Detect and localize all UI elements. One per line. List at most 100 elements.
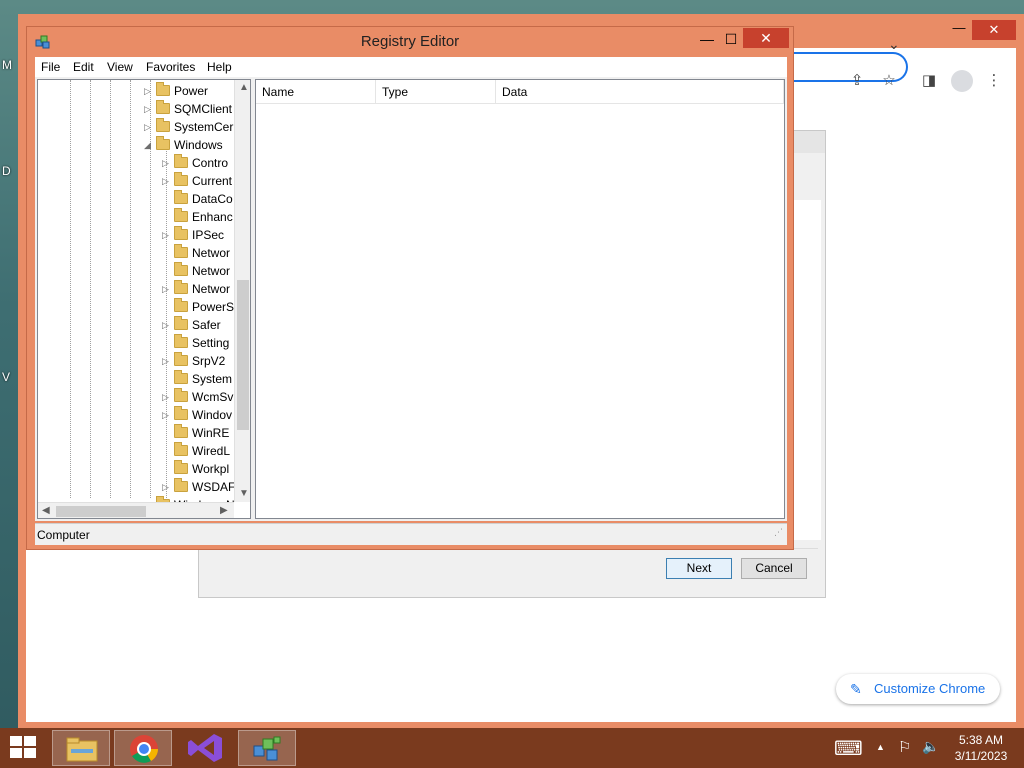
menu-favorites[interactable]: Favorites xyxy=(146,60,195,74)
column-header-data[interactable]: Data xyxy=(496,80,784,104)
maximize-button[interactable]: ☐ xyxy=(717,29,745,49)
desktop-icon-label[interactable]: V xyxy=(2,370,10,384)
status-bar: Computer ⋰ xyxy=(35,523,787,545)
scroll-up-arrow-icon[interactable]: ▲ xyxy=(239,82,249,93)
taskbar: ⌨ ▲ ⚐ 🔈 5:38 AM 3/11/2023 xyxy=(0,728,1024,768)
tree-expander-icon[interactable]: ◢ xyxy=(144,136,154,154)
scroll-left-arrow-icon[interactable]: ◀ xyxy=(42,505,50,516)
tree-node-label: SQMClient xyxy=(174,102,233,116)
tree-expander-icon[interactable]: ▷ xyxy=(162,352,172,370)
next-button[interactable]: Next xyxy=(666,558,732,579)
tree-node-label: Networ xyxy=(192,264,231,278)
network-icon[interactable]: ⚐ xyxy=(898,738,911,756)
customize-chrome-label: Customize Chrome xyxy=(874,681,986,696)
folder-icon xyxy=(174,388,188,402)
registry-editor-titlebar[interactable]: Registry Editor — ☐ ✕ xyxy=(27,27,793,57)
tree-expander-icon[interactable]: ▷ xyxy=(162,478,172,496)
menu-edit[interactable]: Edit xyxy=(73,60,94,74)
volume-icon[interactable]: 🔈 xyxy=(922,738,939,755)
column-header-type[interactable]: Type xyxy=(376,80,496,104)
menu-kebab-icon[interactable]: ⋮ xyxy=(983,70,1005,92)
tree-node-label: Safer xyxy=(192,318,221,332)
folder-icon xyxy=(174,262,188,276)
chrome-close-button[interactable]: ✕ xyxy=(972,20,1016,40)
folder-icon xyxy=(174,298,188,312)
desktop-icon-label[interactable]: D xyxy=(2,164,11,178)
customize-chrome-button[interactable]: ✎ Customize Chrome xyxy=(836,674,1000,704)
start-button[interactable] xyxy=(10,736,38,760)
desktop-icon-label[interactable]: M xyxy=(2,58,12,72)
tree-node-label: Networ xyxy=(192,282,231,296)
folder-icon xyxy=(174,352,188,366)
cancel-button[interactable]: Cancel xyxy=(741,558,807,579)
side-panel-icon[interactable]: ◨ xyxy=(918,70,940,92)
tree-node-label: SrpV2 xyxy=(192,354,226,368)
chrome-tab-search-icon[interactable]: ⌄ xyxy=(888,36,900,53)
registry-tree-pane[interactable]: ▷ Power ▷ SQMClient ▷ SystemCer ◢ Windows ▷ Contr… xyxy=(37,79,251,519)
column-header-name[interactable]: Name xyxy=(256,80,376,104)
tree-expander-icon[interactable]: ▷ xyxy=(144,100,154,118)
tree-expander-icon[interactable]: ▷ xyxy=(162,388,172,406)
folder-icon xyxy=(174,334,188,348)
taskbar-file-explorer[interactable] xyxy=(52,730,110,766)
tree-vertical-scrollbar[interactable]: ▲ ▼ xyxy=(234,80,250,502)
taskbar-chrome[interactable] xyxy=(114,730,172,766)
folder-icon xyxy=(174,208,188,222)
tree-node-label: WinRE xyxy=(192,426,230,440)
tree-horizontal-scroll-thumb[interactable] xyxy=(56,506,146,517)
menu-help[interactable]: Help xyxy=(207,60,232,74)
tree-expander-icon[interactable]: ▷ xyxy=(162,226,172,244)
profile-icon[interactable] xyxy=(951,70,973,92)
tree-node-label: Windows xyxy=(174,138,223,152)
tree-node-label: SystemCer xyxy=(174,120,234,134)
menu-file[interactable]: File xyxy=(41,60,60,74)
tree-node-label: PowerS xyxy=(192,300,235,314)
tree-guide-line xyxy=(110,80,111,498)
status-path: Computer xyxy=(37,528,90,542)
close-button[interactable]: ✕ xyxy=(743,28,789,48)
bookmark-star-icon[interactable]: ☆ xyxy=(878,70,900,92)
tree-node-label: IPSec xyxy=(192,228,225,242)
menu-view[interactable]: View xyxy=(107,60,133,74)
tree-expander-icon[interactable]: ▷ xyxy=(144,118,154,136)
folder-icon xyxy=(156,118,170,132)
folder-icon xyxy=(174,424,188,438)
tree-expander-icon[interactable]: ▷ xyxy=(162,406,172,424)
taskbar-regedit[interactable] xyxy=(238,730,296,766)
tree-expander-icon[interactable]: ▷ xyxy=(162,280,172,298)
folder-icon xyxy=(174,406,188,420)
folder-icon xyxy=(174,316,188,330)
tree-node-label: WiredL xyxy=(192,444,231,458)
tree-node-label: WcmSv xyxy=(192,390,234,404)
tree-expander-icon[interactable]: ▷ xyxy=(144,82,154,100)
window-title: Registry Editor xyxy=(360,33,460,50)
show-hidden-icons[interactable]: ▲ xyxy=(876,742,885,752)
folder-icon xyxy=(174,226,188,240)
registry-editor-window: Registry Editor — ☐ ✕ File Edit View Fav… xyxy=(26,26,794,550)
share-icon[interactable]: ⇪ xyxy=(846,70,868,92)
regedit-icon xyxy=(253,736,281,761)
tree-expander-icon[interactable]: ▷ xyxy=(162,316,172,334)
scroll-down-arrow-icon[interactable]: ▼ xyxy=(239,488,249,499)
keyboard-icon[interactable]: ⌨ xyxy=(834,736,863,761)
visual-studio-icon xyxy=(188,734,222,762)
taskbar-visual-studio[interactable] xyxy=(176,730,234,766)
chrome-icon xyxy=(130,735,158,763)
registry-values-pane[interactable]: Name Type Data xyxy=(255,79,785,519)
scroll-right-arrow-icon[interactable]: ▶ xyxy=(220,505,228,516)
clock-date: 3/11/2023 xyxy=(954,749,1008,763)
tree-vertical-scroll-thumb[interactable] xyxy=(237,280,249,430)
tree-expander-icon[interactable]: ▷ xyxy=(162,172,172,190)
folder-icon xyxy=(174,244,188,258)
tree-horizontal-scrollbar[interactable]: ◀ ▶ xyxy=(38,502,234,518)
resize-grip-icon[interactable]: ⋰ xyxy=(774,521,783,543)
menu-bar: File Edit View Favorites Help xyxy=(35,57,787,77)
tree-node-label: System xyxy=(192,372,233,386)
tree-node-label: Enhanc xyxy=(192,210,233,224)
tree-guide-line xyxy=(90,80,91,498)
folder-icon xyxy=(174,442,188,456)
clock-time: 5:38 AM xyxy=(958,733,1004,747)
folder-icon xyxy=(156,100,170,114)
tree-expander-icon[interactable]: ▷ xyxy=(162,154,172,172)
system-clock[interactable]: 5:38 AM 3/11/2023 xyxy=(948,732,1014,764)
